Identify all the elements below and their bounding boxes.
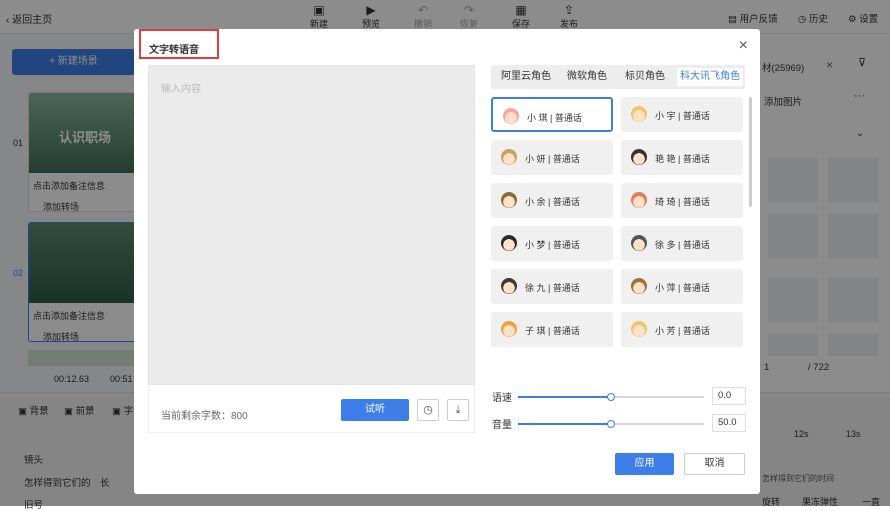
avatar-icon — [631, 321, 647, 337]
voice-name: 小 芳 | 普通话 — [655, 326, 710, 336]
listen-button[interactable]: 试听 — [341, 399, 409, 421]
speed-label: 语速 — [492, 393, 512, 404]
avatar-icon — [501, 321, 517, 337]
speed-slider-fill — [518, 396, 611, 398]
textarea-footer: 当前剩余字数：800 试听 ◷ ⤓ — [148, 385, 475, 433]
voice-card[interactable]: 小 余 | 普通话 — [491, 183, 613, 218]
voice-card[interactable]: 艳 艳 | 普通话 — [621, 140, 743, 175]
tab-microsoft[interactable]: 微软角色 — [561, 68, 613, 86]
avatar-icon — [503, 108, 519, 124]
volume-slider[interactable] — [518, 420, 704, 428]
tab-aliyun[interactable]: 阿里云角色 — [495, 68, 557, 86]
volume-label: 音量 — [492, 420, 512, 431]
close-icon[interactable]: × — [739, 38, 748, 54]
voice-name: 小 妍 | 普通话 — [525, 154, 580, 164]
voice-card[interactable]: 小 妍 | 普通话 — [491, 140, 613, 175]
voice-card[interactable]: 小 梦 | 普通话 — [491, 226, 613, 261]
avatar-icon — [501, 192, 517, 208]
voice-card[interactable]: 小 琪 | 普通话 — [491, 97, 613, 132]
download-icon[interactable]: ⤓ — [447, 399, 469, 421]
speed-slider[interactable] — [518, 393, 704, 401]
voice-name: 小 萍 | 普通话 — [655, 283, 710, 293]
avatar-icon — [501, 278, 517, 294]
voice-card[interactable]: 徐 九 | 普通话 — [491, 269, 613, 304]
voice-name: 小 余 | 普通话 — [525, 197, 580, 207]
voice-card[interactable]: 琦 琦 | 普通话 — [621, 183, 743, 218]
avatar-icon — [631, 106, 647, 122]
voice-card[interactable]: 小 萍 | 普通话 — [621, 269, 743, 304]
voice-card[interactable]: 小 芳 | 普通话 — [621, 312, 743, 347]
history-icon[interactable]: ◷ — [417, 399, 439, 421]
speed-value[interactable]: 0.0 — [712, 387, 746, 405]
avatar-icon — [631, 192, 647, 208]
volume-value[interactable]: 50.0 — [712, 414, 746, 432]
voice-name: 小 琪 | 普通话 — [527, 113, 582, 123]
voice-name: 艳 艳 | 普通话 — [655, 154, 710, 164]
avatar-icon — [631, 278, 647, 294]
volume-slider-handle[interactable] — [607, 420, 615, 428]
voice-provider-tabs: 阿里云角色 微软角色 标贝角色 科大讯飞角色 — [491, 65, 745, 89]
voice-name: 小 梦 | 普通话 — [525, 240, 580, 250]
content-textarea[interactable]: 输入内容 — [148, 65, 475, 385]
text-to-speech-dialog: 文字转语音 × 输入内容 当前剩余字数：800 试听 ◷ ⤓ 阿里云角色 微软角… — [134, 29, 760, 494]
voice-name: 子 琪 | 普通话 — [525, 326, 580, 336]
avatar-icon — [501, 149, 517, 165]
voice-name: 小 宇 | 普通话 — [655, 111, 710, 121]
voice-list: 小 琪 | 普通话 小 宇 | 普通话小 妍 | 普通话 艳 艳 | 普通话小 余 … — [491, 97, 753, 359]
tab-iflytek[interactable]: 科大讯飞角色 — [677, 68, 743, 86]
voice-name: 徐 多 | 普通话 — [655, 240, 710, 250]
textarea-placeholder: 输入内容 — [161, 84, 201, 95]
avatar-icon — [631, 235, 647, 251]
tab-biaobei[interactable]: 标贝角色 — [619, 68, 671, 86]
voice-card[interactable]: 小 宇 | 普通话 — [621, 97, 743, 132]
avatar-icon — [501, 235, 517, 251]
voice-name: 徐 九 | 普通话 — [525, 283, 580, 293]
volume-slider-fill — [518, 423, 611, 425]
voice-name: 琦 琦 | 普通话 — [655, 197, 710, 207]
voice-card[interactable]: 子 琪 | 普通话 — [491, 312, 613, 347]
avatar-icon — [631, 149, 647, 165]
apply-button[interactable]: 应用 — [615, 453, 674, 475]
remaining-chars: 当前剩余字数：800 — [161, 411, 248, 422]
cancel-button[interactable]: 取消 — [684, 453, 745, 475]
speed-slider-handle[interactable] — [607, 393, 615, 401]
voice-card[interactable]: 徐 多 | 普通话 — [621, 226, 743, 261]
voice-list-scrollbar[interactable] — [749, 97, 752, 207]
highlight-box — [139, 29, 219, 59]
